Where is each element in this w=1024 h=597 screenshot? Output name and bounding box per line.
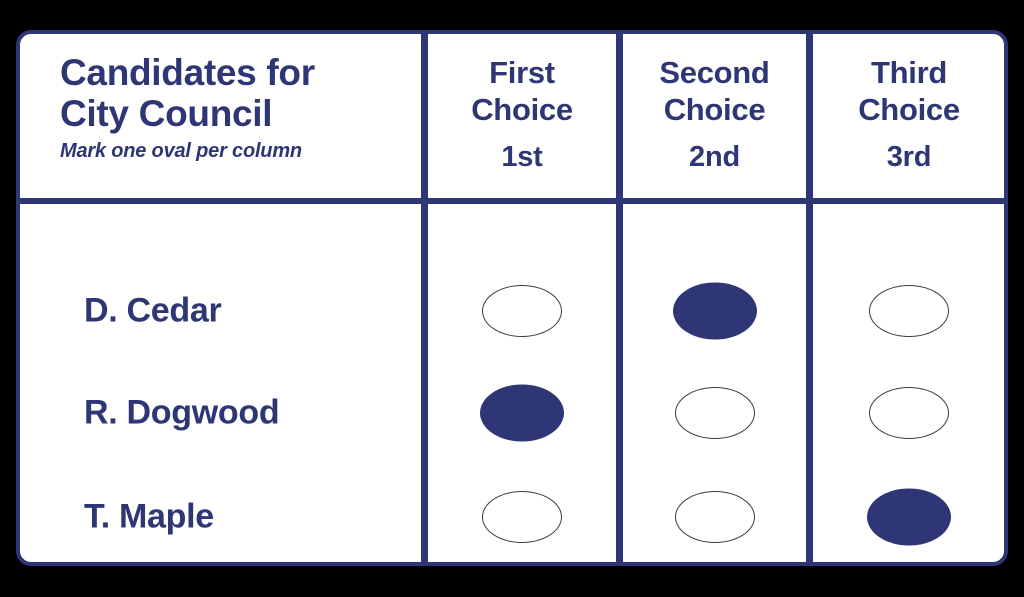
oval-third-choice-maple[interactable] bbox=[867, 488, 951, 546]
ranked-choice-ballot-card: Candidates for City Council Mark one ova… bbox=[16, 30, 1008, 566]
column-header-second-choice: Second Choice 2nd bbox=[623, 34, 806, 198]
candidate-name-column: D. Cedar R. Dogwood T. Maple bbox=[20, 204, 421, 562]
page-title: Candidates for City Council bbox=[60, 52, 315, 135]
oval-first-choice-cedar[interactable] bbox=[482, 285, 562, 337]
oval-third-choice-cedar[interactable] bbox=[869, 285, 949, 337]
ballot-instruction: Mark one oval per column bbox=[60, 139, 302, 162]
column-header-second-choice-label: Second Choice bbox=[659, 55, 770, 127]
second-choice-oval-column bbox=[623, 204, 806, 562]
oval-second-choice-cedar[interactable] bbox=[672, 282, 757, 340]
ballot-title-cell: Candidates for City Council Mark one ova… bbox=[20, 34, 421, 198]
first-choice-oval-column bbox=[428, 204, 616, 562]
oval-third-choice-dogwood[interactable] bbox=[869, 387, 949, 439]
candidate-name: R. Dogwood bbox=[84, 393, 280, 432]
column-header-first-choice: First Choice 1st bbox=[428, 34, 616, 198]
column-header-first-choice-label: First Choice bbox=[471, 55, 573, 127]
screenshot-root: Candidates for City Council Mark one ova… bbox=[0, 0, 1024, 597]
oval-second-choice-maple[interactable] bbox=[674, 491, 755, 543]
oval-second-choice-dogwood[interactable] bbox=[674, 387, 755, 439]
candidate-name: T. Maple bbox=[84, 497, 214, 536]
column-header-third-choice: Third Choice 3rd bbox=[813, 34, 1004, 198]
oval-first-choice-dogwood[interactable] bbox=[480, 384, 564, 442]
column-header-second-choice-ordinal: 2nd bbox=[689, 141, 740, 174]
column-header-third-choice-label: Third Choice bbox=[858, 55, 960, 127]
column-header-third-choice-ordinal: 3rd bbox=[886, 141, 932, 174]
column-header-first-choice-ordinal: 1st bbox=[501, 141, 543, 174]
third-choice-oval-column bbox=[813, 204, 1004, 562]
candidate-name: D. Cedar bbox=[84, 291, 222, 330]
ballot-body: D. Cedar R. Dogwood T. Maple bbox=[20, 204, 1004, 562]
ballot-header-row: Candidates for City Council Mark one ova… bbox=[20, 34, 1004, 198]
oval-first-choice-maple[interactable] bbox=[482, 491, 562, 543]
